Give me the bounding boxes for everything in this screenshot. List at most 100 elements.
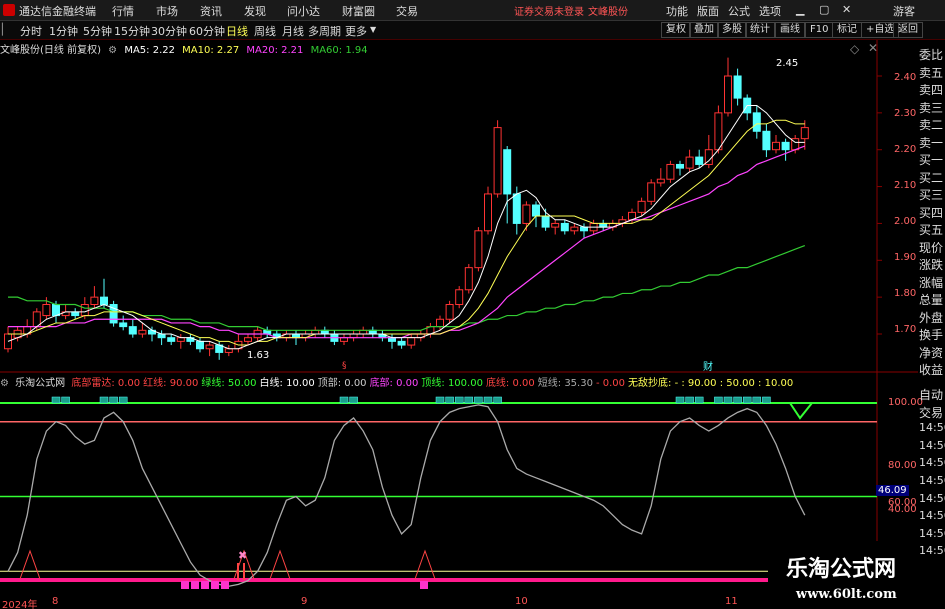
candlestick-chart[interactable]: § [0,40,918,373]
btn-f10[interactable]: F10 [805,22,834,38]
price-tick: 1.80 [894,288,917,299]
close-icon[interactable]: ✕ [842,3,851,16]
trade-time-8[interactable]: 14:56 [919,527,945,540]
menu-hangqing[interactable]: 行情 [112,3,134,19]
menu-faxian[interactable]: 发现 [244,3,266,19]
minimize-icon[interactable]: ▁ [796,3,804,16]
price-tick: 2.40 [894,72,917,83]
trade-time-3[interactable]: 14:56 [919,439,945,452]
candle-body [80,304,89,317]
btn-back[interactable]: 返回 [893,22,923,38]
period-30min[interactable]: 30分钟 [151,23,187,39]
quote-label-0[interactable]: 委比 [919,46,945,64]
top-signal-block [349,396,358,404]
guest-label[interactable]: 游客 [893,3,915,19]
btn-biaoji[interactable]: 标记 [832,22,862,38]
quote-label-14[interactable]: 总量 [919,291,945,309]
menu-gongshi[interactable]: 公式 [728,3,750,19]
menu-xuanxiang[interactable]: 选项 [759,3,781,19]
trade-time-7[interactable]: 14:56 [919,509,945,522]
indicator-name[interactable]: 乐淘公式网 [15,378,65,389]
quote-label-12[interactable]: 涨跌 [919,256,945,274]
candle-body [580,226,588,232]
quote-label-6[interactable]: 买一 [919,151,945,169]
menu-jiaoyi[interactable]: 交易 [396,3,418,19]
period-15min[interactable]: 15分钟 [114,23,150,39]
quote-label-7[interactable]: 买二 [919,169,945,187]
top-signal-block [464,396,474,404]
top-signal-block [454,396,464,404]
menu-wenxiaoda[interactable]: 问小达 [287,3,320,19]
period-more[interactable]: 更多 [345,23,367,39]
top-signal-block [742,396,752,404]
quote-label-2[interactable]: 卖四 [919,81,945,99]
candle-body [695,156,704,165]
period-60min[interactable]: 60分钟 [189,23,225,39]
indicator-value-9: - 0.00 [595,378,626,389]
period-daily[interactable]: 日线 [226,23,248,39]
ma10-value: MA10: 2.27 [182,45,240,56]
toolbar-toggle-icon[interactable]: ▏ [2,23,10,36]
menu-gongneng[interactable]: 功能 [666,3,688,19]
ind-tick: 40.00 [888,504,917,515]
period-5min[interactable]: 5分钟 [83,23,112,39]
candle-body [599,222,608,228]
app-name: 通达信金融终端 [19,5,96,18]
more-chevron-icon[interactable]: ▼ [370,25,376,34]
quote-label-16[interactable]: 换手 [919,326,945,344]
menu-caifuquan[interactable]: 财富圈 [342,3,375,19]
quote-label-8[interactable]: 买三 [919,186,945,204]
btn-diejia[interactable]: 叠加 [689,22,719,38]
quote-label-1[interactable]: 卖五 [919,64,945,82]
quote-label-5[interactable]: 卖一 [919,134,945,152]
quote-label-15[interactable]: 外盘 [919,309,945,327]
quote-label-10[interactable]: 买五 [919,221,945,239]
quote-label-11[interactable]: 现价 [919,239,945,257]
candle-body [176,337,185,342]
quote-label-17[interactable]: 净资 [919,344,945,362]
btn-duogu[interactable]: 多股 [717,22,747,38]
maximize-icon[interactable]: ▢ [819,3,829,16]
menu-zixun[interactable]: 资讯 [200,3,222,19]
btn-huaxian[interactable]: 画线 [775,22,805,38]
period-fenshi[interactable]: 分时 [20,23,42,39]
trade-status[interactable]: 证券交易未登录 [514,3,584,18]
bottom-signal-block [221,581,229,589]
quote-label-4[interactable]: 卖二 [919,116,945,134]
candle-body [167,337,176,342]
event-mark[interactable]: 财 [703,358,713,373]
candle-body [397,340,406,346]
btn-fuquan[interactable]: 复权 [661,22,691,38]
title-bar: 通达信金融终端 行情 市场 资讯 发现 问小达 财富圈 交易 证券交易未登录 文… [0,0,945,21]
quote-label-9[interactable]: 买四 [919,204,945,222]
quote-label-3[interactable]: 卖三 [919,99,945,117]
menu-shichang[interactable]: 市场 [156,3,178,19]
price-tick: 2.30 [894,108,917,119]
trade-label-0[interactable]: 自动 [919,386,945,403]
top-signal-block [99,396,109,404]
indicator-gear-icon[interactable]: ⚙ [0,378,9,389]
chart-settings-icon[interactable]: ◇ [850,42,859,56]
top-signal-block [733,396,742,404]
period-1min[interactable]: 1分钟 [49,23,78,39]
quote-panel: 委比 卖五 卖四 卖三 卖二 卖一 买一 买二 买三 买四 买五 现价 涨跌 涨幅 总量 外盘 换手 净资 收益 [918,40,945,380]
period-weekly[interactable]: 周线 [254,23,276,39]
trade-time-2[interactable]: 14:56 [919,421,945,434]
price-tick: 2.10 [894,180,917,191]
period-monthly[interactable]: 月线 [282,23,304,39]
period-multi[interactable]: 多周期 [308,23,341,39]
quote-label-18[interactable]: 收益 [919,361,945,379]
menu-banmian[interactable]: 版面 [697,3,719,19]
trade-time-5[interactable]: 14:56 [919,474,945,487]
chart-close-icon[interactable]: ✕ [868,41,878,55]
trade-label-1[interactable]: 交易 [919,404,945,421]
btn-tongji[interactable]: 统计 [745,22,775,38]
trade-time-4[interactable]: 14:56 [919,456,945,469]
period-toolbar: ▏ 分时 1分钟 5分钟 15分钟 30分钟 60分钟 日线 周线 月线 多周期… [0,21,945,40]
indicator-value-4: 顶部: 0.00 [317,378,367,389]
quote-label-13[interactable]: 涨幅 [919,274,945,292]
top-signal-block [714,396,723,404]
trade-time-9[interactable]: 14:56 [919,544,945,557]
settings-gear-icon[interactable]: ⚙ [108,45,117,56]
trade-time-6[interactable]: 14:56 [919,492,945,505]
